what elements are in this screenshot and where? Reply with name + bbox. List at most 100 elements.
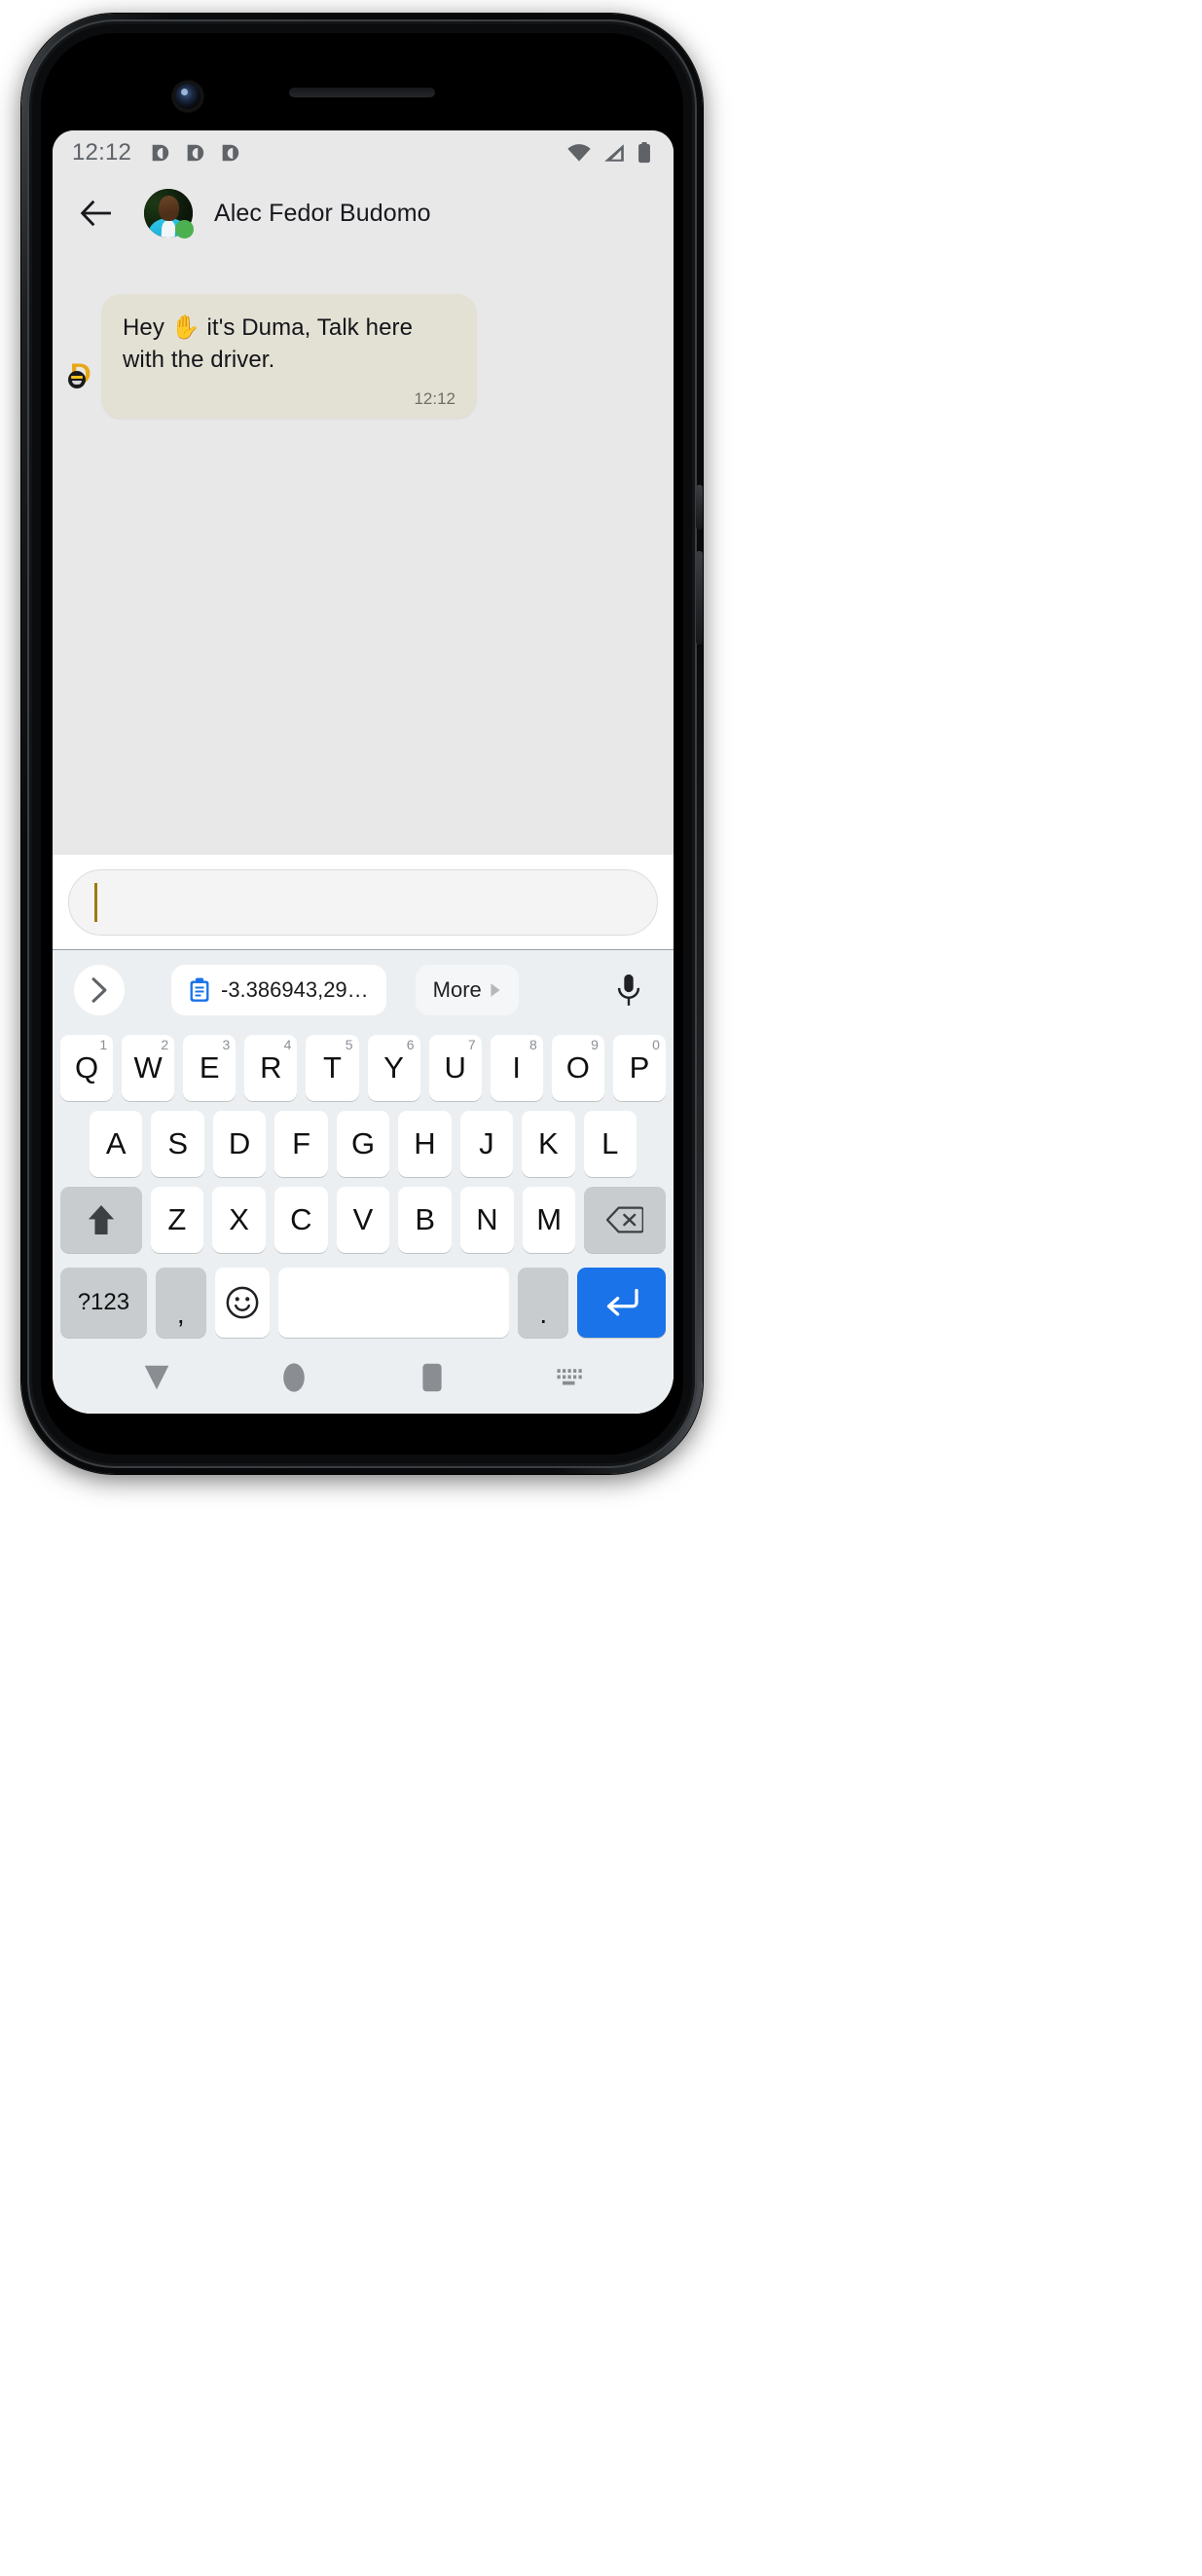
duma-notification-icon xyxy=(184,142,205,164)
status-bar-system-icons xyxy=(566,142,652,164)
key-j[interactable]: J xyxy=(459,1111,514,1177)
voice-input-button[interactable] xyxy=(605,967,652,1013)
key-h[interactable]: H xyxy=(398,1111,452,1177)
message-list[interactable]: D Hey ✋ it's Duma, Talk here with the dr… xyxy=(53,251,674,855)
key-x[interactable]: X xyxy=(212,1187,266,1253)
dismiss-keyboard-down-icon xyxy=(144,1365,169,1390)
earpiece-speaker-icon xyxy=(289,88,435,97)
key-number: 5 xyxy=(345,1037,353,1052)
wifi-icon xyxy=(566,143,592,163)
key-number: 0 xyxy=(652,1037,660,1052)
message-input[interactable] xyxy=(68,868,658,936)
nav-home-button[interactable] xyxy=(226,1360,364,1395)
key-s[interactable]: S xyxy=(151,1111,204,1177)
key-b[interactable]: B xyxy=(398,1187,453,1253)
key-q[interactable]: 1Q xyxy=(60,1035,114,1101)
recents-square-icon xyxy=(422,1363,442,1392)
key-label: P xyxy=(629,1050,650,1085)
comma-key[interactable]: , xyxy=(155,1268,206,1338)
backspace-key[interactable] xyxy=(584,1187,667,1253)
key-k[interactable]: K xyxy=(522,1111,575,1177)
shift-key[interactable] xyxy=(60,1187,142,1253)
key-i[interactable]: 8I xyxy=(490,1035,543,1101)
expand-suggestions-button[interactable] xyxy=(74,965,125,1015)
key-e[interactable]: 3E xyxy=(183,1035,237,1101)
more-label: More xyxy=(432,977,482,1002)
key-label: W xyxy=(133,1050,163,1085)
duma-notification-icon xyxy=(219,142,240,164)
key-label: Y xyxy=(383,1050,404,1085)
backspace-icon xyxy=(606,1206,644,1233)
key-l[interactable]: L xyxy=(583,1111,637,1177)
text-cursor-icon xyxy=(94,882,97,922)
space-key[interactable] xyxy=(277,1268,510,1338)
app-screen: 12:12 Alec Fedor Budomo Hey ✋ it's Duma,… xyxy=(53,130,674,1414)
key-c[interactable]: C xyxy=(273,1187,328,1253)
onscreen-keyboard: -3.386943,29… More 1 Q 2 W 3 E 4 R 5 T 6… xyxy=(53,950,674,1414)
emoji-key[interactable] xyxy=(214,1268,270,1338)
period-key[interactable]: . xyxy=(518,1268,569,1338)
key-number: 8 xyxy=(528,1037,537,1052)
message-timestamp: 12:12 xyxy=(414,389,455,409)
cellular-signal-icon xyxy=(602,143,626,163)
key-number: 2 xyxy=(161,1037,169,1052)
key-a[interactable]: A xyxy=(90,1111,143,1177)
key-v[interactable]: V xyxy=(336,1187,390,1253)
key-d[interactable]: D xyxy=(212,1111,267,1177)
chat-header: Alec Fedor Budomo xyxy=(53,175,674,251)
key-p[interactable]: 0P xyxy=(612,1035,666,1101)
back-button[interactable] xyxy=(70,187,123,239)
avatar[interactable] xyxy=(144,189,194,239)
key-number: 3 xyxy=(222,1037,231,1052)
message-composer xyxy=(53,855,674,950)
triangle-right-icon xyxy=(490,982,501,998)
key-g[interactable]: G xyxy=(336,1111,390,1177)
shift-up-arrow-icon xyxy=(88,1204,114,1235)
keyboard-switcher-icon xyxy=(557,1369,582,1385)
key-o[interactable]: 9O xyxy=(551,1035,604,1101)
message-row-incoming: D Hey ✋ it's Duma, Talk here with the dr… xyxy=(53,294,674,420)
key-number: 4 xyxy=(283,1037,292,1052)
keyboard-row-2: A S D F G H J K L xyxy=(53,1106,674,1182)
clipboard-icon xyxy=(189,977,210,1003)
home-circle-icon xyxy=(283,1363,306,1392)
key-f[interactable]: F xyxy=(274,1111,328,1177)
front-camera-icon xyxy=(175,84,200,109)
screenshot-stage: 12:12 Alec Fedor Budomo Hey ✋ it's Duma,… xyxy=(0,0,1202,2576)
clipboard-suggestion-chip[interactable]: -3.386943,29… xyxy=(171,965,386,1015)
key-y[interactable]: 6Y xyxy=(367,1035,420,1101)
key-u[interactable]: 7U xyxy=(428,1035,482,1101)
key-r[interactable]: 4R xyxy=(244,1035,298,1101)
keyboard-switcher-button[interactable] xyxy=(501,1366,639,1389)
message-bubble[interactable]: Hey ✋ it's Duma, Talk here with the driv… xyxy=(101,294,477,420)
phone-mockup: 12:12 Alec Fedor Budomo Hey ✋ it's Duma,… xyxy=(10,6,707,1482)
key-number: 1 xyxy=(99,1037,108,1052)
duma-logo-avatar: D xyxy=(68,360,97,389)
nav-back-button[interactable] xyxy=(88,1363,226,1392)
clipboard-suggestion-text: -3.386943,29… xyxy=(221,977,369,1002)
key-t[interactable]: 5T xyxy=(306,1035,359,1101)
key-n[interactable]: N xyxy=(460,1187,514,1253)
key-number: 6 xyxy=(406,1037,415,1052)
status-bar: 12:12 xyxy=(53,130,674,175)
chevron-right-icon xyxy=(91,977,107,1003)
keyboard-suggestion-bar: -3.386943,29… More xyxy=(53,950,674,1030)
key-label: O xyxy=(565,1050,590,1085)
enter-key[interactable] xyxy=(577,1268,667,1338)
microphone-icon xyxy=(617,974,640,1006)
volume-button[interactable] xyxy=(696,551,703,644)
more-suggestions-button[interactable]: More xyxy=(415,965,519,1015)
keyboard-row-4: ?123 , . xyxy=(53,1258,674,1349)
key-label: E xyxy=(199,1050,220,1085)
online-status-badge xyxy=(175,220,194,239)
key-w[interactable]: 2W xyxy=(122,1035,175,1101)
key-z[interactable]: Z xyxy=(150,1187,204,1253)
symbols-key[interactable]: ?123 xyxy=(60,1268,147,1338)
back-arrow-icon xyxy=(81,200,111,227)
enter-return-icon xyxy=(606,1288,638,1316)
duma-notification-icon xyxy=(149,142,170,164)
key-label: R xyxy=(260,1050,282,1085)
key-m[interactable]: M xyxy=(522,1187,576,1253)
power-button[interactable] xyxy=(696,485,703,530)
nav-recents-button[interactable] xyxy=(363,1361,501,1394)
